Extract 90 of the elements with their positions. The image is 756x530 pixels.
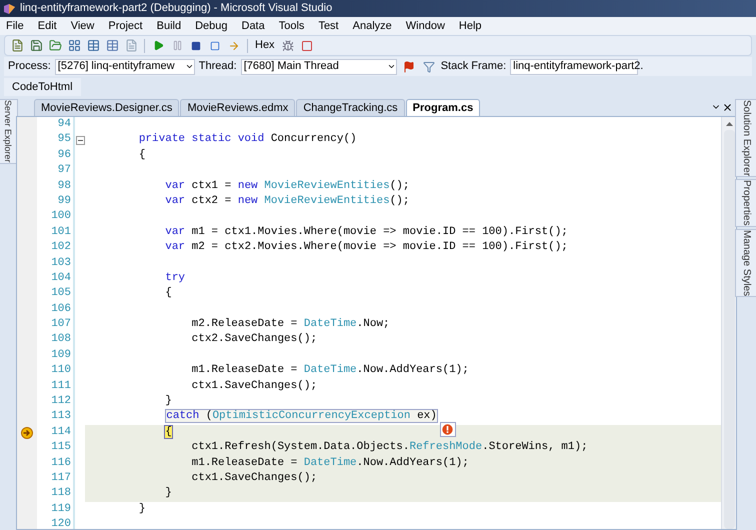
stack-frame-label: Stack Frame: [440, 59, 506, 74]
line-number: 112 [50, 394, 72, 410]
code-text: ctx2.SaveChanges(); [192, 333, 318, 346]
line-number: 104 [50, 270, 72, 286]
line-number: 105 [50, 286, 72, 302]
line-number: 96 [56, 148, 72, 163]
dock-tab[interactable]: Server Explorer [0, 99, 18, 164]
line-number: 118 [50, 486, 72, 502]
line-number: 114 [50, 424, 72, 440]
line-number: 100 [50, 209, 72, 224]
menu-item[interactable]: Tools [278, 18, 304, 34]
process-label: Process: [8, 59, 51, 74]
line-number: 101 [50, 224, 72, 240]
dropdown-icon[interactable] [184, 62, 194, 71]
line-number: 116 [50, 456, 72, 471]
code-text: private static void Concurrency() [138, 133, 357, 146]
hex-button[interactable]: Hex [253, 37, 277, 54]
line-number: 98 [56, 178, 72, 194]
line-number: 115 [50, 440, 72, 456]
document-tab[interactable]: ChangeTracking.cs [296, 99, 405, 116]
menu-item[interactable]: Help [458, 18, 482, 34]
code-text: m2.ReleaseDate = DateTime.Now; [192, 318, 390, 330]
window-title: linq-entityframework-part2 (Debugging) - Microsoft Visual Studio [20, 1, 332, 16]
line-number: 113 [50, 409, 72, 424]
close-icon[interactable] [722, 102, 733, 113]
line-number: 108 [50, 332, 72, 348]
dock-tab[interactable]: Manage Styles [735, 228, 756, 297]
exception-icon [440, 422, 456, 438]
dock-tab[interactable]: Solution Explorer [735, 99, 756, 178]
menu-item[interactable]: Data [242, 18, 265, 34]
code-text: m1.ReleaseDate = DateTime.Now.AddYears(1); [192, 364, 469, 376]
line-number: 102 [50, 240, 72, 256]
code-text: var m2 = ctx2.Movies.Where(movie => movie.ID == 100).First(); [165, 241, 568, 254]
menu-item[interactable]: Analyze [352, 18, 392, 34]
document-tab[interactable]: Program.cs [406, 99, 480, 116]
menu-item[interactable]: Window [406, 18, 445, 34]
menu-item[interactable]: Edit [38, 18, 57, 34]
thread-label: Thread: [198, 59, 237, 74]
vertical-scrollbar[interactable] [721, 117, 736, 529]
menu-item[interactable]: Build [156, 18, 182, 34]
code-text: ctx1.SaveChanges(); [192, 380, 318, 392]
code-text: } [138, 502, 146, 515]
code-text: { [165, 287, 172, 300]
code-text: var ctx1 = new MovieReviewEntities(); [165, 180, 410, 192]
code-text: m1.ReleaseDate = DateTime.Now.AddYears(1); [192, 456, 469, 469]
bug-icon[interactable] [280, 38, 296, 54]
scroll-up-icon[interactable] [726, 122, 732, 126]
code-to-html-button[interactable]: CodeToHtml [4, 78, 81, 96]
app-logo-icon [3, 2, 16, 14]
table-icon[interactable] [85, 38, 101, 54]
collapse-icon[interactable] [76, 136, 84, 145]
line-number: 106 [50, 302, 72, 317]
save-icon[interactable] [28, 38, 44, 54]
menu-item[interactable]: Project [108, 18, 143, 34]
line-number: 117 [50, 470, 72, 486]
process-dropdown[interactable]: [5276] linq-entityframew [54, 58, 195, 74]
menu-item[interactable]: File [6, 18, 24, 34]
menu-item[interactable]: Test [318, 18, 339, 34]
code-text: try [165, 272, 186, 284]
table-icon[interactable] [104, 38, 120, 54]
menu-item[interactable]: View [70, 18, 94, 34]
line-number: 111 [50, 378, 72, 394]
line-number: 94 [56, 117, 72, 132]
folder-icon[interactable] [47, 38, 63, 54]
code-editor[interactable] [16, 116, 737, 530]
thread-dropdown[interactable]: [7680] Main Thread [240, 58, 397, 74]
document-tab[interactable]: MovieReviews.edmx [180, 99, 296, 116]
dock-tab[interactable]: Properties [735, 179, 756, 227]
code-text: } [165, 487, 172, 500]
grid-icon[interactable] [66, 38, 82, 54]
line-number: 109 [50, 348, 72, 363]
line-number: 103 [50, 256, 72, 271]
code-text: ctx1.SaveChanges(); [192, 472, 318, 484]
line-number: 120 [50, 517, 72, 529]
line-number: 110 [50, 363, 72, 378]
line-number: 119 [50, 502, 72, 517]
code-token: { [165, 426, 172, 438]
code-text: var ctx2 = new MovieReviewEntities(); [165, 194, 410, 207]
line-number: 99 [56, 194, 72, 209]
code-statement: catch (OptimisticConcurrencyException ex) [165, 409, 438, 424]
menu-item[interactable]: Debug [195, 18, 228, 34]
document-tab[interactable]: MovieReviews.Designer.cs [34, 99, 180, 116]
code-text: { [138, 148, 146, 161]
dropdown-icon[interactable] [386, 62, 396, 71]
code-text: var m1 = ctx1.Movies.Where(movie => movie.ID == 100).First(); [165, 226, 568, 238]
code-text: ctx1.Refresh(System.Data.Objects.RefreshMode.StoreWins, m1); [192, 441, 588, 454]
line-number: 95 [56, 132, 72, 148]
code-text: } [165, 395, 172, 408]
line-number: 107 [50, 317, 72, 332]
line-number: 97 [56, 163, 72, 178]
